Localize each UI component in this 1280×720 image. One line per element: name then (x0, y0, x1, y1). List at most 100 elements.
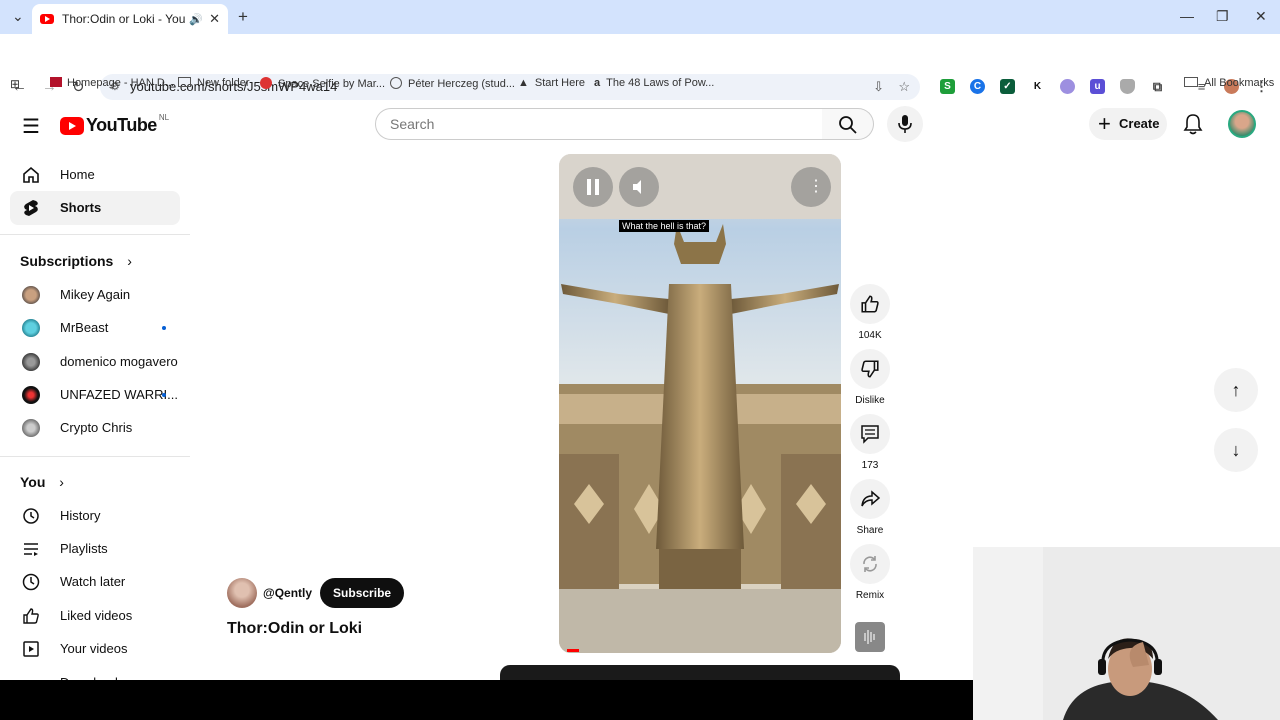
address-toolbar: ← → ↻ ⚙ youtube.com/shorts/J5smWP4wa14 ⇩… (0, 34, 1280, 100)
maximize-icon[interactable]: ❐ (1216, 8, 1229, 25)
close-window-icon[interactable]: ✕ (1255, 8, 1267, 25)
logo-text: YouTube (86, 115, 157, 135)
youtube-logo[interactable]: YouTube NL (60, 113, 170, 136)
comment-count: 173 (861, 460, 879, 471)
sidebar-item-subscription[interactable]: domenico mogavero (10, 345, 180, 379)
sidebar-item-watch-later[interactable]: Watch later (10, 565, 180, 599)
minimize-icon[interactable]: — (1180, 8, 1194, 24)
clock-icon (22, 573, 40, 591)
search-button[interactable] (822, 108, 874, 140)
audio-wave-icon (864, 630, 875, 644)
remix-icon (863, 556, 877, 572)
remix-label: Remix (855, 590, 885, 601)
hamburger-menu-icon[interactable]: ☰ (22, 114, 40, 139)
channel-avatar (22, 319, 40, 337)
volume-button[interactable] (619, 167, 659, 207)
comment-icon (861, 425, 879, 444)
pause-icon (587, 179, 591, 195)
sidebar-item-liked-videos[interactable]: Liked videos (10, 599, 180, 633)
like-count: 104K (858, 330, 882, 341)
new-tab-icon[interactable]: + (238, 7, 248, 27)
search-input[interactable]: Search (375, 108, 823, 140)
sidebar-item-subscription[interactable]: Crypto Chris (10, 411, 180, 445)
arrow-up-icon: ↑ (1231, 380, 1241, 400)
dislike-action[interactable]: Dislike (848, 349, 892, 406)
divider (0, 456, 190, 457)
sidebar-item-home[interactable]: Home (10, 158, 180, 192)
sidebar-item-shorts[interactable]: Shorts (10, 191, 180, 225)
volume-icon (633, 180, 641, 194)
voice-search-button[interactable] (887, 106, 923, 142)
account-avatar[interactable] (1228, 110, 1256, 138)
channel-avatar[interactable] (227, 578, 257, 608)
like-button[interactable] (850, 284, 890, 324)
audio-playing-icon[interactable]: 🔊 (189, 13, 203, 26)
home-icon (23, 166, 39, 183)
pause-button[interactable] (573, 167, 613, 207)
playlists-icon (24, 543, 38, 556)
chevron-right-icon: › (59, 474, 64, 490)
shorts-icon (24, 200, 38, 216)
thumbs-up-icon (23, 608, 39, 624)
sound-thumbnail[interactable] (855, 622, 885, 652)
sidebar: Home Shorts Subscriptions › Mikey Again … (0, 156, 192, 690)
channel-avatar (22, 386, 40, 404)
remix-button[interactable] (850, 544, 890, 584)
comments-action[interactable]: 173 (848, 414, 892, 471)
sidebar-item-label: Watch later (60, 574, 126, 589)
thumbs-down-icon (861, 360, 879, 378)
channel-avatar (22, 353, 40, 371)
bookmark-item[interactable]: Homepage - HAN D... (50, 77, 174, 89)
browser-tab[interactable]: Thor:Odin or Loki - YouTube 🔊 ✕ (32, 4, 228, 34)
sidebar-item-subscription[interactable]: UNFAZED WARRI... (10, 378, 180, 412)
all-bookmarks[interactable]: All Bookmarks (1184, 77, 1274, 89)
bottom-black-bar (0, 680, 973, 720)
remix-action[interactable]: Remix (848, 544, 892, 601)
plus-icon: + (1098, 111, 1111, 136)
sidebar-item-playlists[interactable]: Playlists (10, 532, 180, 566)
share-action[interactable]: Share (848, 479, 892, 536)
subscribe-button[interactable]: Subscribe (320, 578, 405, 608)
create-button[interactable]: + Create (1089, 108, 1167, 140)
bookmarks-bar: ⊞ Homepage - HAN D... New folder Space S… (0, 72, 1280, 94)
microphone-icon (898, 115, 912, 133)
video-caption: What the hell is that? (619, 220, 710, 232)
short-title: Thor:Odin or Loki (227, 620, 363, 637)
region-code: NL (158, 113, 170, 122)
you-heading[interactable]: You › (20, 474, 64, 490)
sidebar-item-subscription[interactable]: Mikey Again (10, 278, 180, 312)
bookmark-item[interactable]: New folder (178, 77, 250, 89)
share-button[interactable] (850, 479, 890, 519)
sidebar-item-label: History (60, 508, 101, 523)
bookmark-item[interactable]: Space Selfie by Mar... (260, 77, 385, 90)
channel-handle[interactable]: @Qently (263, 586, 312, 600)
bookmark-item[interactable]: a The 48 Laws of Pow... (594, 77, 714, 89)
next-short-preview[interactable] (500, 665, 900, 680)
apps-grid-icon[interactable]: ⊞ (10, 77, 20, 91)
sidebar-item-label: UNFAZED WARRI... (60, 387, 178, 402)
comments-button[interactable] (850, 414, 890, 454)
sidebar-item-subscription[interactable]: MrBeast (10, 311, 180, 345)
tab-close-icon[interactable]: ✕ (209, 11, 220, 27)
subscriptions-heading[interactable]: Subscriptions › (20, 253, 132, 269)
dislike-button[interactable] (850, 349, 890, 389)
new-content-dot (162, 393, 166, 397)
webcam-overlay (973, 547, 1280, 720)
share-icon (861, 490, 880, 507)
like-action[interactable]: 104K (848, 284, 892, 341)
history-icon (23, 508, 39, 524)
new-content-dot (162, 326, 166, 330)
bookmark-item[interactable]: ▲ Start Here (518, 77, 585, 89)
more-options-button[interactable]: ⋮ (791, 167, 831, 207)
share-label: Share (856, 525, 884, 536)
next-short-button[interactable]: ↓ (1214, 428, 1258, 472)
divider (0, 234, 190, 235)
tab-title: Thor:Odin or Loki - YouTube (62, 12, 186, 26)
sidebar-item-label: Liked videos (60, 608, 133, 623)
notifications-bell-icon[interactable] (1183, 113, 1203, 135)
sidebar-item-history[interactable]: History (10, 499, 180, 533)
bookmark-item[interactable]: Péter Herczeg (stud... (390, 77, 515, 90)
tab-search-icon[interactable]: ⌄ (12, 8, 24, 25)
previous-short-button[interactable]: ↑ (1214, 368, 1258, 412)
sidebar-item-your-videos[interactable]: Your videos (10, 632, 180, 666)
